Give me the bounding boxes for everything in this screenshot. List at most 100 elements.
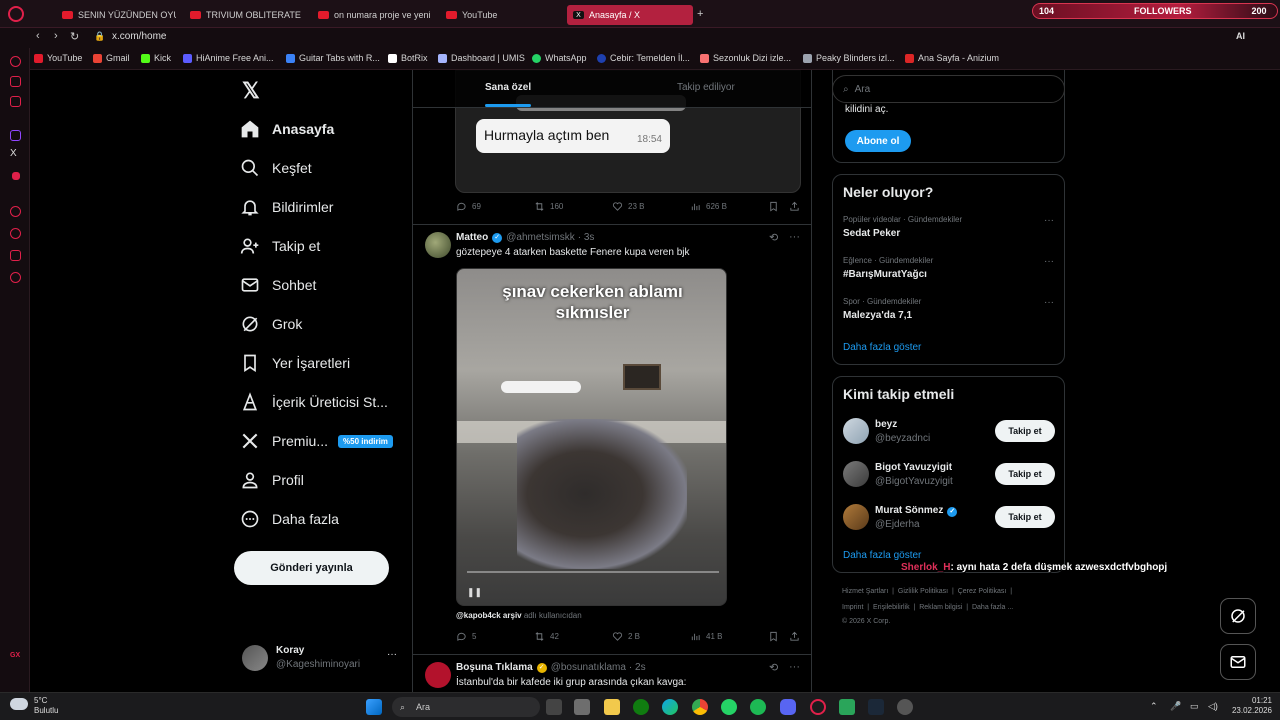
chrome-icon[interactable] (692, 699, 708, 715)
post-video[interactable]: şınav cekerken ablamı sıkmısler ❚❚ (456, 268, 727, 606)
volume-icon[interactable]: ◁) (1208, 701, 1218, 712)
footer-link[interactable]: Çerez Politikası (958, 588, 1007, 595)
post-time[interactable]: · 3s (578, 232, 595, 243)
player-icon[interactable] (10, 206, 21, 217)
url-field[interactable]: x.com/home (112, 31, 166, 42)
bookmark-anizium[interactable]: Ana Sayfa - Anizium (905, 53, 999, 63)
share-button[interactable] (789, 631, 805, 642)
nav-creator-studio[interactable]: İçerik Üreticisi St... (240, 392, 388, 412)
twitch-icon[interactable] (10, 130, 21, 141)
reply-button[interactable]: 5 (456, 631, 476, 642)
ai-icon[interactable]: AI (1236, 31, 1245, 41)
video-progress-bar[interactable] (467, 571, 719, 573)
more-dots-icon[interactable]: ··· (789, 661, 800, 673)
settings-icon[interactable] (10, 272, 21, 283)
footer-link[interactable]: Imprint (842, 604, 863, 611)
taskbar-search[interactable]: ⌕ Ara (392, 697, 540, 717)
bookmark-whatsapp[interactable]: WhatsApp (532, 53, 587, 63)
pinboard-icon[interactable] (10, 250, 21, 261)
avatar[interactable] (425, 662, 451, 688)
more-dots-icon[interactable]: ··· (1044, 297, 1054, 308)
bookmark-sezonluk[interactable]: Sezonluk Dizi izle... (700, 53, 791, 63)
more-dots-icon[interactable]: ··· (789, 231, 800, 243)
post-button[interactable]: Gönderi yayınla (234, 551, 389, 585)
pause-icon[interactable]: ❚❚ (467, 587, 482, 598)
tab-for-you[interactable]: Sana özel (485, 82, 531, 93)
suggestion-name[interactable]: beyz (875, 419, 897, 430)
edge-icon[interactable] (662, 699, 678, 715)
nav-follow[interactable]: Takip et (240, 236, 320, 256)
trend-item[interactable]: #BarışMuratYağcı (843, 269, 927, 280)
messages-fab[interactable] (1220, 644, 1256, 680)
app-icon[interactable] (897, 699, 913, 715)
nav-bookmarks[interactable]: Yer İşaretleri (240, 353, 350, 373)
post-time[interactable]: · 2s (629, 662, 646, 673)
search-input[interactable]: ⌕ Ara (832, 75, 1065, 103)
bookmark-hianime[interactable]: HiAnime Free Ani... (183, 53, 274, 63)
tab-active[interactable]: X Anasayfa / X (567, 5, 693, 25)
follow-button[interactable]: Takip et (995, 420, 1055, 442)
share-button[interactable] (789, 201, 805, 212)
follow-button[interactable]: Takip et (995, 463, 1055, 485)
follow-show-more[interactable]: Daha fazla göster (843, 550, 921, 561)
bookmark-umis[interactable]: Dashboard | UMIS (438, 53, 525, 63)
microphone-icon[interactable]: 🎤 (1170, 701, 1181, 712)
x-sidebar-icon[interactable]: X (10, 148, 17, 159)
nav-grok[interactable]: Grok (240, 314, 302, 334)
nav-notifications[interactable]: Bildirimler (240, 197, 333, 217)
messenger-icon[interactable] (10, 76, 21, 87)
bookmark-kick[interactable]: Kick (141, 53, 171, 63)
author-name[interactable]: Boşuna Tıklama (456, 662, 533, 673)
new-tab-icon[interactable]: + (697, 8, 703, 20)
tab-1[interactable]: SENIN YÜZÜNDEN OYUNC (56, 5, 176, 25)
app-icon[interactable] (839, 699, 855, 715)
windows-start-icon[interactable] (366, 699, 382, 715)
grok-explain-icon[interactable]: ⟲ (769, 661, 778, 674)
author-handle[interactable]: @ahmetsimskk (506, 232, 575, 243)
bookmark-peaky[interactable]: Peaky Blinders izl... (803, 53, 895, 63)
reply-button[interactable]: 69 (456, 201, 481, 212)
bookmark-button[interactable] (768, 201, 784, 212)
aria-icon[interactable] (10, 56, 21, 67)
footer-link[interactable]: Hizmet Şartları (842, 588, 888, 595)
instagram-icon[interactable] (10, 96, 21, 107)
tab-3[interactable]: on numara proje ve yeni e (312, 5, 432, 25)
spotify-icon[interactable] (750, 699, 766, 715)
like-button[interactable]: 2 B (612, 631, 640, 642)
history-icon[interactable] (10, 228, 21, 239)
avatar[interactable] (425, 232, 451, 258)
tab-following[interactable]: Takip ediliyor (677, 82, 735, 93)
suggestion-name[interactable]: Bigot Yavuzyigit (875, 462, 952, 473)
footer-link[interactable]: Daha fazla ... (972, 604, 1013, 611)
nav-premium[interactable]: Premiu... %50 indirim (240, 431, 393, 451)
avatar[interactable] (843, 461, 869, 487)
xbox-icon[interactable] (633, 699, 649, 715)
subscribe-button[interactable]: Abone ol (845, 130, 911, 152)
network-icon[interactable]: ▭ (1190, 701, 1199, 712)
repost-button[interactable]: 42 (534, 631, 559, 642)
source-handle[interactable]: @kapob4ck arşiv (456, 611, 522, 620)
footer-link[interactable]: Erişilebilirlik (873, 604, 910, 611)
grok-explain-icon[interactable]: ⟲ (769, 231, 778, 244)
like-button[interactable]: 23 B (612, 201, 644, 212)
footer-link[interactable]: Reklam bilgisi (919, 604, 962, 611)
reload-icon[interactable]: ↻ (70, 30, 79, 43)
clock[interactable]: 01:21 23.02.2026 (1228, 696, 1272, 716)
trend-item[interactable]: Sedat Peker (843, 228, 900, 239)
views-button[interactable]: 41 B (690, 631, 722, 642)
account-switcher[interactable]: Koray @Kageshiminoyari ··· (242, 643, 402, 675)
forward-icon[interactable]: › (54, 30, 58, 42)
bookmark-button[interactable] (768, 631, 784, 642)
more-dots-icon[interactable]: ··· (1044, 256, 1054, 267)
avatar[interactable] (843, 504, 869, 530)
follow-button[interactable]: Takip et (995, 506, 1055, 528)
store-icon[interactable] (574, 699, 590, 715)
x-logo-icon[interactable]: 𝕏 (242, 78, 260, 104)
bookmark-gmail[interactable]: Gmail (93, 53, 130, 63)
views-button[interactable]: 626 B (690, 201, 727, 212)
trends-show-more[interactable]: Daha fazla göster (843, 342, 921, 353)
extension-icon[interactable] (12, 172, 20, 180)
bookmark-botrix[interactable]: BotRix (388, 53, 428, 63)
suggestion-name[interactable]: Murat Sönmez ✓ (875, 505, 961, 517)
author-name[interactable]: Matteo (456, 232, 488, 243)
